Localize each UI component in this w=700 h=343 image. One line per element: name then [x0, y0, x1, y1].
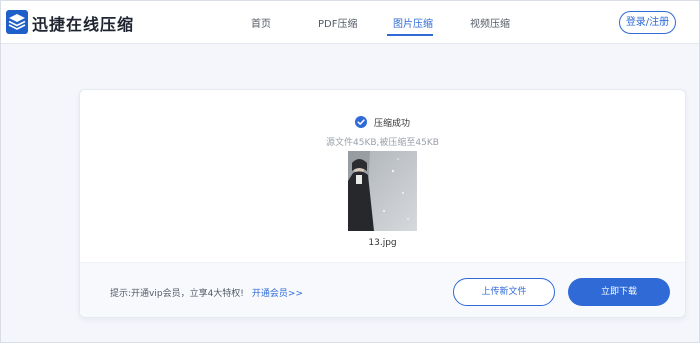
nav-image-compress[interactable]: 图片压缩: [393, 15, 433, 30]
compression-detail: 源文件45KB,被压缩至45KB: [326, 138, 439, 148]
file-name: 13.jpg: [368, 238, 397, 248]
vip-link[interactable]: 开通会员>>: [252, 289, 303, 299]
vip-tip: 提示:开通vip会员，立享4大特权! 开通会员>>: [110, 286, 303, 299]
image-thumbnail[interactable]: [348, 151, 417, 231]
status-text: 压缩成功: [374, 119, 411, 129]
check-circle-icon: [355, 116, 367, 128]
card-footer: 提示:开通vip会员，立享4大特权! 开通会员>> 上传新文件 立即下载: [80, 262, 685, 317]
download-button[interactable]: 立即下载: [568, 278, 670, 306]
top-header: 迅捷在线压缩 首页 PDF压缩 图片压缩 视频压缩 登录/注册: [0, 0, 700, 44]
result-card: 压缩成功 源文件45KB,被压缩至45KB 13.jpg 提示:开通vip会员，…: [79, 89, 686, 318]
nav-video-compress[interactable]: 视频压缩: [470, 15, 510, 30]
nav-pdf-compress[interactable]: PDF压缩: [318, 15, 357, 30]
nav-home[interactable]: 首页: [251, 15, 271, 30]
brand-name[interactable]: 迅捷在线压缩: [32, 11, 134, 35]
status-row: 压缩成功: [80, 115, 685, 131]
upload-new-file-button[interactable]: 上传新文件: [453, 278, 555, 306]
logo-icon[interactable]: [6, 10, 28, 34]
vip-tip-text: 提示:开通vip会员，立享4大特权!: [110, 289, 244, 299]
active-nav-indicator: [387, 34, 433, 36]
login-register-button[interactable]: 登录/注册: [619, 11, 676, 34]
